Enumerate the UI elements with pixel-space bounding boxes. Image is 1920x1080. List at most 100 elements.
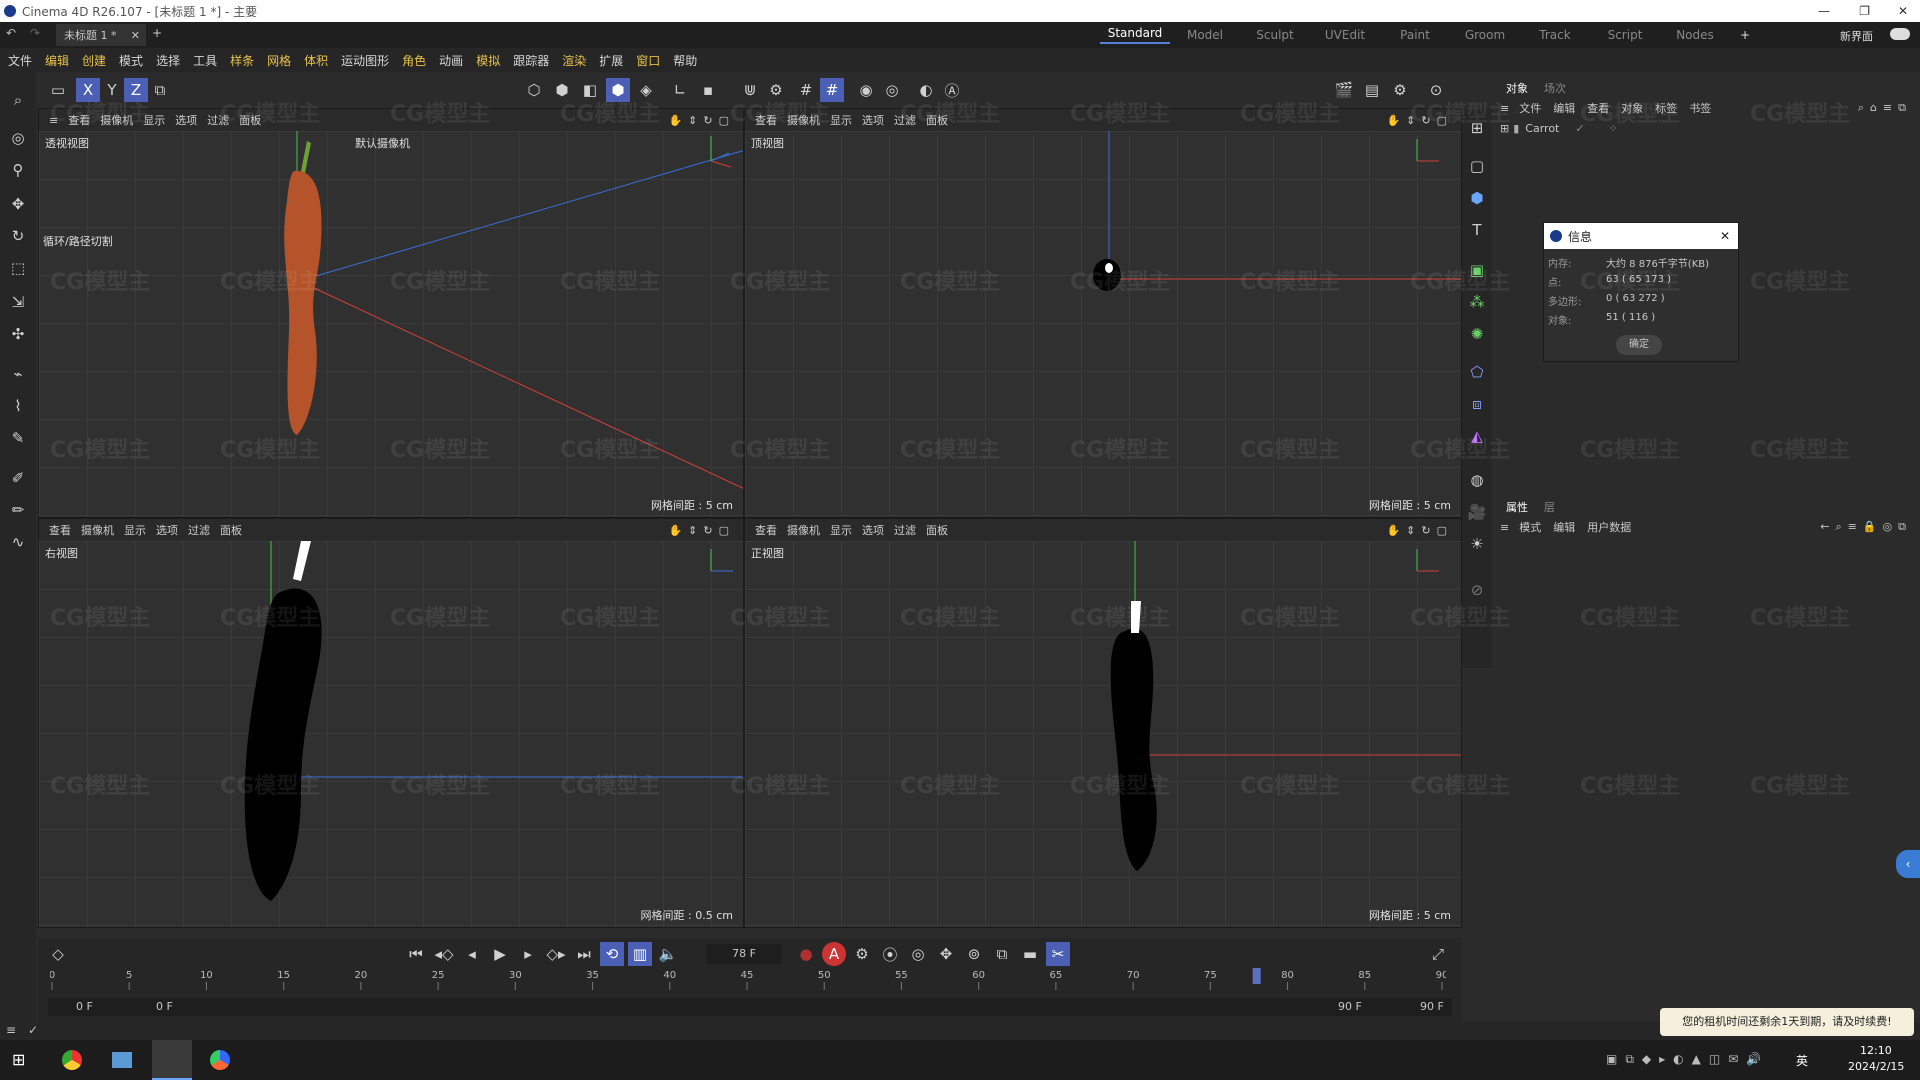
- axis-mode-icon[interactable]: ∟: [668, 78, 692, 102]
- key-pos-icon[interactable]: ⦿: [878, 942, 902, 966]
- keyframe-icon[interactable]: ◇: [46, 942, 70, 966]
- add-layout-icon[interactable]: +: [1730, 28, 1760, 42]
- redshift-icon[interactable]: ⊙: [1424, 78, 1448, 102]
- field-icon[interactable]: ⧈: [1465, 392, 1489, 416]
- cinema4d-taskbar-icon[interactable]: [152, 1040, 192, 1080]
- tab-layers[interactable]: 层: [1544, 499, 1555, 515]
- object-row[interactable]: ⊞ ▮ Carrot ✓ ⁘: [1494, 118, 1920, 138]
- motion-icon[interactable]: ✂: [1046, 942, 1070, 966]
- layout-uvedit[interactable]: UVEdit: [1310, 28, 1380, 42]
- light-icon[interactable]: ☀: [1465, 532, 1489, 556]
- key-settings-icon[interactable]: ⚙: [850, 942, 874, 966]
- record-icon[interactable]: ●: [794, 942, 818, 966]
- ime-indicator[interactable]: 英: [1796, 1052, 1808, 1069]
- current-frame-field[interactable]: 78 F: [706, 944, 782, 964]
- file-explorer-icon[interactable]: [112, 1052, 132, 1068]
- layout-model[interactable]: Model: [1170, 28, 1240, 42]
- layout-script[interactable]: Script: [1590, 28, 1660, 42]
- layout-groom[interactable]: Groom: [1450, 28, 1520, 42]
- vp-menu-display[interactable]: 显示: [124, 522, 146, 538]
- menu-simulate[interactable]: 模拟: [476, 52, 500, 69]
- rotate-icon[interactable]: ↻: [6, 224, 30, 248]
- axis-z-icon[interactable]: Z: [124, 78, 148, 102]
- menu-select[interactable]: 选择: [156, 52, 180, 69]
- object-name[interactable]: Carrot: [1525, 122, 1559, 135]
- attr-menu-icon[interactable]: ≡: [1500, 521, 1509, 534]
- chrome-icon[interactable]: [62, 1050, 82, 1070]
- menu-render[interactable]: 渲染: [562, 52, 586, 69]
- vp-nav-icons[interactable]: ✋⇕↻▢: [1386, 114, 1453, 127]
- render-to-viewer-icon[interactable]: ▤: [1360, 78, 1384, 102]
- points-mode-icon[interactable]: ⬡: [522, 78, 546, 102]
- menu-file[interactable]: 文件: [8, 52, 32, 69]
- vp-nav-icons[interactable]: ✋⇕↻▢: [668, 524, 735, 537]
- prev-frame-icon[interactable]: ◂: [460, 942, 484, 966]
- key-param-icon[interactable]: ⊚: [962, 942, 986, 966]
- tab-takes[interactable]: 场次: [1544, 80, 1566, 96]
- menu-mode[interactable]: 模式: [119, 52, 143, 69]
- vp-menu-camera[interactable]: 摄像机: [100, 112, 133, 128]
- vp-menu-display[interactable]: 显示: [830, 522, 852, 538]
- menu-spline[interactable]: 样条: [230, 52, 254, 69]
- menu-character[interactable]: 角色: [402, 52, 426, 69]
- text-icon[interactable]: T: [1465, 218, 1489, 242]
- viewport-front[interactable]: 查看 摄像机 显示 选项 过滤 面板 ✋⇕↻▢ 正视图 网格间距 : 5 cm: [744, 518, 1462, 928]
- timeline-ruler[interactable]: 0 5 10 15 20 25 30 35 40 45 50 55 60 65 70 75 80 85 90: [49, 968, 1448, 996]
- magnet-icon[interactable]: ∿: [6, 530, 30, 554]
- environment-icon[interactable]: ◍: [1465, 468, 1489, 492]
- cube-icon[interactable]: ⬢: [1465, 186, 1489, 210]
- edges-mode-icon[interactable]: ⬢: [550, 78, 574, 102]
- obj-menu-edit[interactable]: 编辑: [1553, 100, 1575, 116]
- redo-icon[interactable]: ↷: [30, 26, 40, 40]
- vp-menu-options[interactable]: 选项: [862, 522, 884, 538]
- solo-icon[interactable]: ◉: [854, 78, 878, 102]
- layout-sculpt[interactable]: Sculpt: [1240, 28, 1310, 42]
- menu-help[interactable]: 帮助: [673, 52, 697, 69]
- enable-axis-icon[interactable]: ▪: [696, 78, 720, 102]
- menu-window[interactable]: 窗口: [636, 52, 660, 69]
- layout-track[interactable]: Track: [1520, 28, 1590, 42]
- obj-search-icon[interactable]: ⌕⌂≡⧉: [1858, 101, 1912, 115]
- spline-icon[interactable]: ▢: [1465, 154, 1489, 178]
- close-dialog-button[interactable]: ✕: [1720, 229, 1730, 243]
- menu-edit[interactable]: 编辑: [45, 52, 69, 69]
- axis-x-icon[interactable]: X: [76, 78, 100, 102]
- vp-menu-options[interactable]: 选项: [862, 112, 884, 128]
- frame-range-bar[interactable]: 0 F 0 F 90 F 90 F: [48, 998, 1452, 1016]
- vp-menu-view[interactable]: 查看: [755, 112, 777, 128]
- polygon-pen-icon[interactable]: ✎: [6, 426, 30, 450]
- viewport-top[interactable]: 查看 摄像机 显示 选项 过滤 面板 ✋⇕↻▢ 顶视图 网格间距 : 5 cm: [744, 108, 1462, 518]
- render-view-icon[interactable]: 🎬: [1332, 78, 1356, 102]
- status-check-icon[interactable]: ✓: [28, 1023, 38, 1037]
- grid-icon[interactable]: #: [794, 78, 818, 102]
- menu-animate[interactable]: 动画: [439, 52, 463, 69]
- vp-menu-icon[interactable]: ≡: [49, 114, 58, 127]
- obj-menu-view[interactable]: 查看: [1587, 100, 1609, 116]
- vp-menu-options[interactable]: 选项: [156, 522, 178, 538]
- key-point-icon[interactable]: ▬: [1018, 942, 1042, 966]
- render-settings-icon[interactable]: ⚙: [1388, 78, 1412, 102]
- close-tab-icon[interactable]: ✕: [131, 29, 140, 42]
- obj-menu-object[interactable]: 对象: [1621, 100, 1643, 116]
- snap-magnet-icon[interactable]: ⋓: [738, 78, 762, 102]
- snap-settings-icon[interactable]: ⚙: [764, 78, 788, 102]
- attr-back-icon[interactable]: ←⌕≡🔒◎⧉: [1820, 520, 1912, 534]
- attr-menu-userdata[interactable]: 用户数据: [1587, 519, 1631, 535]
- layout-paint[interactable]: Paint: [1380, 28, 1450, 42]
- polygons-mode-icon[interactable]: ◧: [578, 78, 602, 102]
- deformer-icon[interactable]: ⬠: [1465, 360, 1489, 384]
- vp-menu-camera[interactable]: 摄像机: [81, 522, 114, 538]
- object-visibility-icon[interactable]: ✓: [1575, 122, 1584, 135]
- key-scale-icon[interactable]: ✥: [934, 942, 958, 966]
- close-window-button[interactable]: ✕: [1898, 4, 1908, 18]
- disabled-tool-icon[interactable]: ⊘: [1465, 578, 1489, 602]
- uv-mode-icon[interactable]: ◈: [634, 78, 658, 102]
- minimize-button[interactable]: —: [1818, 4, 1830, 18]
- effector-icon[interactable]: ✺: [1465, 322, 1489, 346]
- undo-icon[interactable]: ↶: [6, 26, 16, 40]
- vp-menu-filter[interactable]: 过滤: [188, 522, 210, 538]
- new-ui-toggle[interactable]: [1890, 28, 1910, 40]
- new-tab-icon[interactable]: +: [152, 26, 162, 40]
- select-tool-icon[interactable]: ⚲: [6, 158, 30, 182]
- range-start[interactable]: 0 F: [156, 1000, 173, 1013]
